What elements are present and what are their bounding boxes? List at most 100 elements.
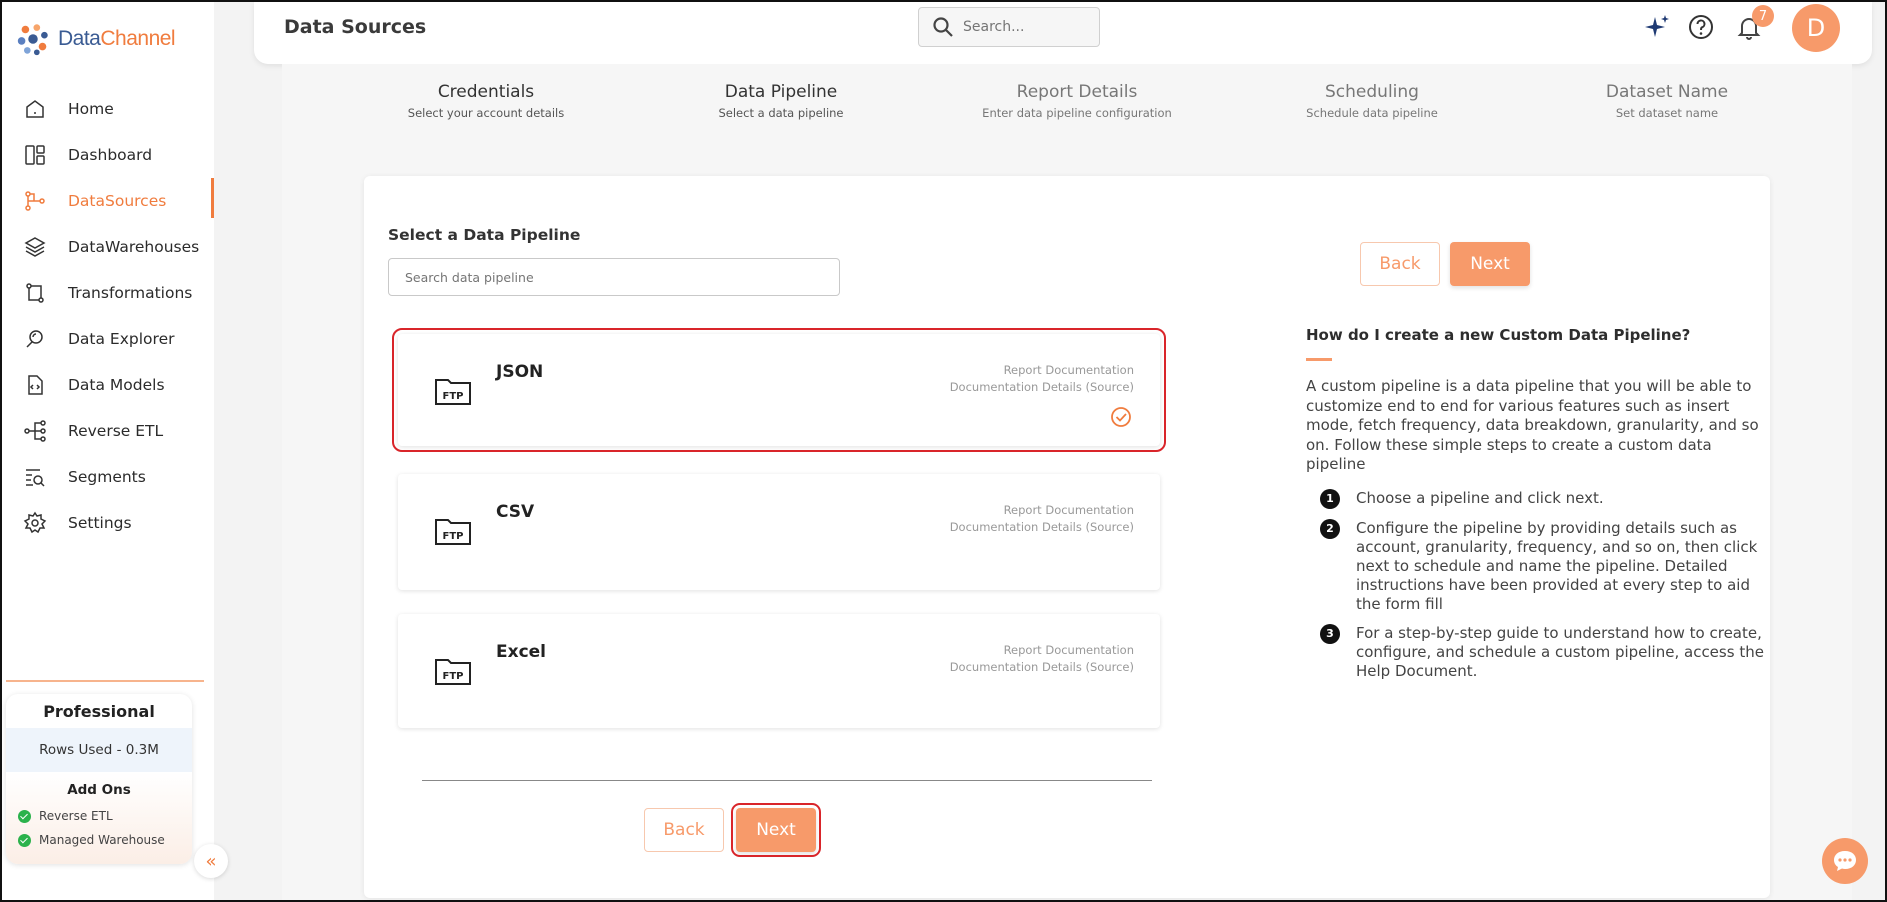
step-data-pipeline[interactable]: Data Pipeline Select a data pipeline [661,82,901,120]
notification-badge: 7 [1752,5,1774,27]
step-scheduling[interactable]: Scheduling Schedule data pipeline [1252,82,1492,120]
ftp-folder-icon: FTP [435,519,471,545]
sidebar-divider [6,680,204,682]
explorer-icon [22,326,48,352]
pipeline-card-excel[interactable]: FTP Excel Report Documentation Documenta… [398,614,1160,728]
addon-item: Managed Warehouse [6,828,192,852]
help-step: 3 For a step-by-step guide to understand… [1306,623,1776,681]
plan-card: Professional Rows Used - 0.3M Add Ons Re… [6,694,192,864]
pipeline-search-input[interactable] [388,258,840,296]
sidebar-item-home[interactable]: Home [2,86,214,132]
next-button-top[interactable]: Next [1450,242,1530,286]
double-chevron-left-icon: « [205,850,217,872]
sidebar-item-label: Home [68,100,114,118]
help-step: 1 Choose a pipeline and click next. [1306,488,1776,509]
gear-icon [22,510,48,536]
ftp-folder-icon: FTP [435,379,471,405]
ai-sparkle-button[interactable] [1642,12,1672,42]
addons-section: Add Ons Reverse ETL Managed Warehouse [6,772,192,864]
sidebar-nav: Home Dashboard DataSources DataWarehouse… [2,86,214,546]
documentation-details-link[interactable]: Documentation Details (Source) [950,519,1134,536]
step-credentials[interactable]: Credentials Select your account details [366,82,606,120]
search-input[interactable] [963,19,1083,35]
sidebar: DataChannel Home Dashboard DataSources D… [2,2,214,900]
pipeline-docs: Report Documentation Documentation Detai… [950,642,1134,676]
layers-icon [22,234,48,260]
sidebar-item-data-models[interactable]: Data Models [2,362,214,408]
report-documentation-link[interactable]: Report Documentation [950,362,1134,379]
step-text: Choose a pipeline and click next. [1356,488,1604,507]
sidebar-item-datasources[interactable]: DataSources [2,178,214,224]
pipeline-docs: Report Documentation Documentation Detai… [950,502,1134,536]
pipeline-selector-card: Select a Data Pipeline Back Next FTP JSO… [364,176,1770,898]
selected-check-icon [1111,407,1131,427]
sidebar-item-datawarehouses[interactable]: DataWarehouses [2,224,214,270]
report-documentation-link[interactable]: Report Documentation [950,642,1134,659]
step-title: Dataset Name [1605,82,1729,102]
step-text: Configure the pipeline by providing deta… [1356,518,1758,613]
reverse-etl-icon [22,418,48,444]
sidebar-item-label: Transformations [68,284,193,302]
datasources-icon [22,188,48,214]
step-subtitle: Set dataset name [1615,106,1719,120]
top-header: Data Sources 7 D [254,2,1872,64]
sidebar-item-dashboard[interactable]: Dashboard [2,132,214,178]
svg-text:FTP: FTP [443,391,464,402]
step-number: 2 [1320,518,1340,539]
sidebar-item-label: Data Explorer [68,330,175,348]
brand-name-part2: Channel [100,27,176,50]
logo[interactable]: DataChannel [14,20,176,58]
pipeline-card-json[interactable]: FTP JSON Report Documentation Documentat… [392,328,1166,452]
sidebar-item-label: DataWarehouses [68,238,200,256]
chat-support-button[interactable] [1822,838,1868,884]
step-title: Data Pipeline [724,82,838,102]
home-icon [22,96,48,122]
avatar[interactable]: D [1792,4,1840,52]
sidebar-item-label: Dashboard [68,146,153,164]
sidebar-item-reverse-etl[interactable]: Reverse ETL [2,408,214,454]
divider [422,780,1152,781]
ftp-folder-icon: FTP [435,659,471,685]
step-subtitle: Select a data pipeline [718,106,844,120]
collapse-sidebar-button[interactable]: « [194,844,228,878]
help-steps: 1 Choose a pipeline and click next. 2 Co… [1306,488,1776,681]
sidebar-item-transformations[interactable]: Transformations [2,270,214,316]
back-button-top[interactable]: Back [1360,242,1440,286]
section-title: Select a Data Pipeline [388,226,581,244]
report-documentation-link[interactable]: Report Documentation [950,502,1134,519]
main-panel: Credentials Select your account details … [282,64,1852,900]
step-title: Credentials [437,82,535,102]
chat-bubble-icon [1834,851,1856,871]
segments-icon [22,464,48,490]
sidebar-item-data-explorer[interactable]: Data Explorer [2,316,214,362]
back-button-bottom[interactable]: Back [644,808,724,852]
documentation-details-link[interactable]: Documentation Details (Source) [950,659,1134,676]
help-button[interactable] [1686,12,1716,42]
step-subtitle: Enter data pipeline configuration [982,106,1172,120]
documentation-details-link[interactable]: Documentation Details (Source) [950,379,1134,396]
plan-title: Professional [43,701,155,721]
brand-name-part1: Data [58,27,101,50]
check-circle-icon [18,809,31,823]
help-step: 2 Configure the pipeline by providing de… [1306,518,1776,614]
pipeline-card-csv[interactable]: FTP CSV Report Documentation Documentati… [398,474,1160,590]
addon-label: Reverse ETL [39,809,113,823]
step-report-details[interactable]: Report Details Enter data pipeline confi… [957,82,1197,120]
help-title: How do I create a new Custom Data Pipeli… [1306,326,1691,344]
step-subtitle: Schedule data pipeline [1306,106,1438,120]
global-search[interactable] [918,7,1100,47]
next-button-bottom[interactable]: Next [731,803,821,857]
datachannel-logo-icon [17,24,48,56]
check-circle-icon [18,833,31,847]
step-title: Scheduling [1325,82,1419,102]
svg-text:FTP: FTP [443,671,464,682]
step-number: 3 [1320,623,1340,644]
sidebar-item-segments[interactable]: Segments [2,454,214,500]
sidebar-item-label: Reverse ETL [68,422,164,440]
sidebar-item-label: Segments [68,468,146,486]
svg-text:FTP: FTP [443,531,464,542]
sidebar-item-settings[interactable]: Settings [2,500,214,546]
wizard-steps: Credentials Select your account details … [282,82,1852,132]
step-dataset-name[interactable]: Dataset Name Set dataset name [1547,82,1787,120]
help-underline [1306,358,1332,361]
